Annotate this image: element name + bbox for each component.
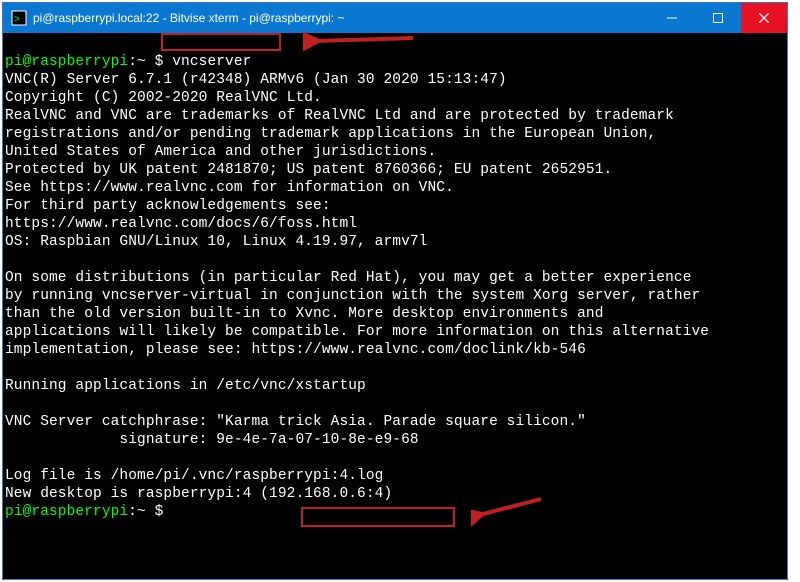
app-icon: > [11,10,27,26]
output-line: than the old version built-in to Xvnc. M… [5,306,604,322]
output-line: implementation, please see: https://www.… [5,342,586,358]
output-line: registrations and/or pending trademark a… [5,126,656,142]
output-line: For third party acknowledgements see: [5,198,331,214]
output-line: by running vncserver-virtual in conjunct… [5,288,700,304]
prompt-cwd: :~ $ [128,504,172,520]
output-line: Running applications in /etc/vnc/xstartu… [5,378,366,394]
output-line: https://www.realvnc.com/docs/6/foss.html [5,216,357,232]
output-line: OS: Raspbian GNU/Linux 10, Linux 4.19.97… [5,234,427,250]
maximize-button[interactable] [695,3,741,33]
terminal-body[interactable]: pi@raspberrypi:~ $ vncserver VNC(R) Serv… [3,33,787,579]
output-line: signature: 9e-4e-7a-07-10-8e-e9-68 [5,432,419,448]
entered-command: vncserver [172,54,251,70]
output-line: New desktop is raspberrypi:4 (192.168.0.… [5,486,392,502]
output-line: Log file is /home/pi/.vnc/raspberrypi:4.… [5,468,383,484]
output-line: See https://www.realvnc.com for informat… [5,180,454,196]
close-button[interactable] [741,3,787,33]
prompt-user-host: pi@raspberrypi [5,54,128,70]
output-line: Copyright (C) 2002-2020 RealVNC Ltd. [5,90,322,106]
titlebar[interactable]: > pi@raspberrypi.local:22 - Bitvise xter… [3,3,787,33]
output-line: VNC(R) Server 6.7.1 (r42348) ARMv6 (Jan … [5,72,507,88]
window-title: pi@raspberrypi.local:22 - Bitvise xterm … [33,11,649,25]
window-buttons [649,3,787,33]
svg-text:>: > [14,14,20,25]
prompt-line-1: pi@raspberrypi:~ $ vncserver [5,54,251,70]
prompt-cwd: :~ $ [128,54,172,70]
output-line: United States of America and other juris… [5,144,436,160]
output-line: Protected by UK patent 2481870; US paten… [5,162,612,178]
output-line: VNC Server catchphrase: "Karma trick Asi… [5,414,586,430]
prompt-line-2: pi@raspberrypi:~ $ [5,504,172,520]
terminal-window: > pi@raspberrypi.local:22 - Bitvise xter… [2,2,788,580]
minimize-button[interactable] [649,3,695,33]
output-line: On some distributions (in particular Red… [5,270,692,286]
output-line: RealVNC and VNC are trademarks of RealVN… [5,108,674,124]
output-line: applications will likely be compatible. … [5,324,709,340]
prompt-user-host: pi@raspberrypi [5,504,128,520]
